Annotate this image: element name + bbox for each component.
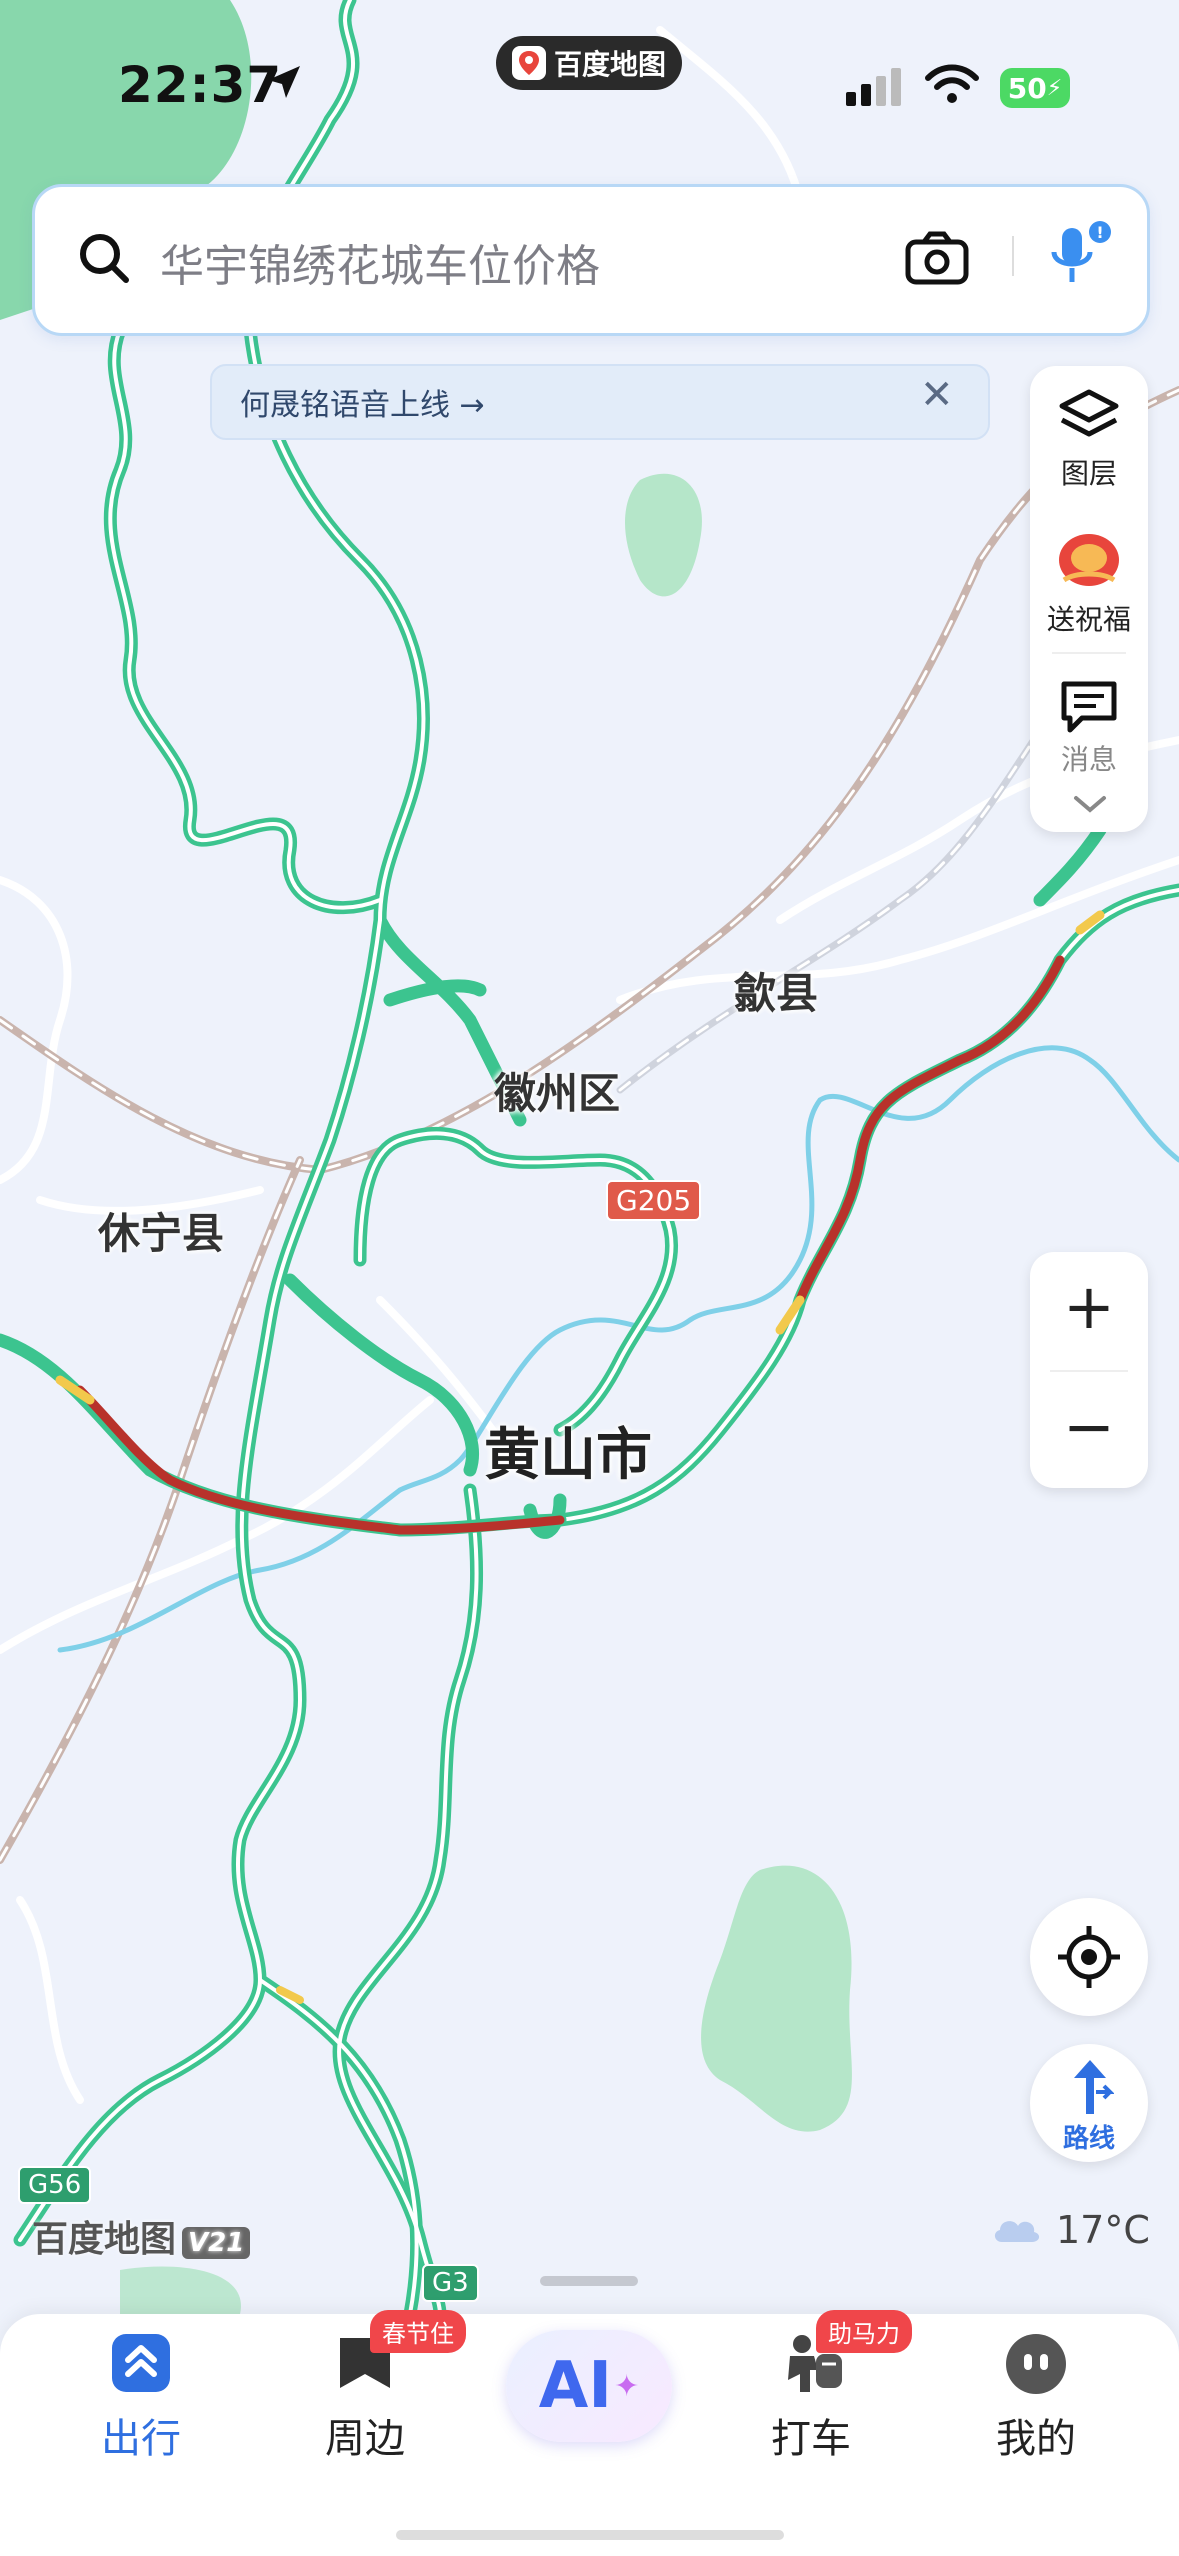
app-indicator-pill[interactable]: 百度地图 — [496, 36, 682, 90]
cellular-signal-icon — [846, 66, 902, 110]
camera-icon[interactable] — [904, 228, 970, 292]
crosshair-icon[interactable] — [1056, 1924, 1122, 1994]
nav-taxi[interactable]: 打车 — [731, 2406, 891, 2464]
svg-text:!: ! — [1096, 223, 1103, 242]
battery-indicator: 50 ⚡ — [1000, 68, 1070, 108]
road-shield-g56: G56 — [18, 2166, 92, 2204]
search-input[interactable]: 华宇锦绣花城车位价格 — [160, 230, 600, 294]
cloud-icon — [990, 2210, 1042, 2250]
message-icon[interactable] — [1058, 678, 1120, 738]
chevron-down-icon[interactable] — [1072, 792, 1108, 820]
divider — [1052, 652, 1126, 654]
road-shield-g205: G205 — [606, 1180, 702, 1221]
sparkle-icon: ✦ — [614, 2368, 640, 2404]
charging-bolt-icon: ⚡ — [1046, 75, 1063, 101]
brand-name: 百度地图 — [32, 2219, 177, 2260]
nav-travel[interactable]: 出行 — [61, 2406, 221, 2464]
route-arrow-icon[interactable] — [1066, 2056, 1115, 2120]
nav-taxi-badge: 助马力 — [816, 2310, 912, 2353]
route-label[interactable]: 路线 — [1030, 2118, 1148, 2155]
battery-level: 50 — [1007, 71, 1047, 105]
app-pill-title: 百度地图 — [553, 48, 666, 81]
nav-nearby[interactable]: 周边 — [285, 2406, 445, 2464]
messages-label[interactable]: 消息 — [1030, 738, 1148, 778]
layers-icon[interactable] — [1058, 388, 1120, 448]
brand-version: V21 — [182, 2227, 251, 2259]
search-icon[interactable] — [76, 230, 132, 290]
place-label-huangshan[interactable]: 黄山市 — [484, 1410, 652, 1491]
blessing-icon[interactable] — [1052, 528, 1126, 598]
status-time: 22:37 — [118, 56, 283, 114]
location-arrow-icon — [264, 62, 304, 106]
voice-promo-text[interactable]: 何晟铭语音上线 → — [240, 380, 485, 424]
ai-assistant-button[interactable]: AI ✦ — [506, 2330, 672, 2442]
ai-label[interactable]: AI — [539, 2349, 612, 2423]
layers-label[interactable]: 图层 — [1030, 452, 1148, 492]
weather-temperature[interactable]: 17°C — [1056, 2208, 1150, 2252]
baidu-maps-logo-icon — [511, 46, 546, 80]
wifi-icon — [924, 64, 980, 110]
zoom-in-button[interactable]: + — [1030, 1270, 1148, 1343]
nav-profile-icon[interactable] — [1004, 2332, 1068, 2400]
close-icon[interactable]: ✕ — [920, 372, 954, 418]
divider — [1012, 236, 1014, 276]
zoom-out-button[interactable]: − — [1030, 1390, 1148, 1463]
nav-travel-icon[interactable] — [110, 2332, 172, 2398]
nav-profile[interactable]: 我的 — [956, 2406, 1116, 2464]
sheet-handle[interactable] — [540, 2276, 638, 2286]
microphone-icon[interactable]: ! — [1046, 220, 1116, 296]
place-label-xiuning[interactable]: 休宁县 — [98, 1200, 224, 1261]
place-label-shexian[interactable]: 歙县 — [734, 960, 818, 1021]
nav-nearby-badge: 春节住 — [370, 2310, 466, 2353]
road-shield-g3: G3 — [422, 2264, 479, 2302]
blessing-label[interactable]: 送祝福 — [1030, 598, 1148, 638]
map-brand: 百度地图 V21 — [32, 2210, 251, 2262]
place-label-huizhou[interactable]: 徽州区 — [494, 1060, 620, 1121]
home-indicator — [396, 2530, 784, 2540]
divider — [1050, 1370, 1128, 1372]
